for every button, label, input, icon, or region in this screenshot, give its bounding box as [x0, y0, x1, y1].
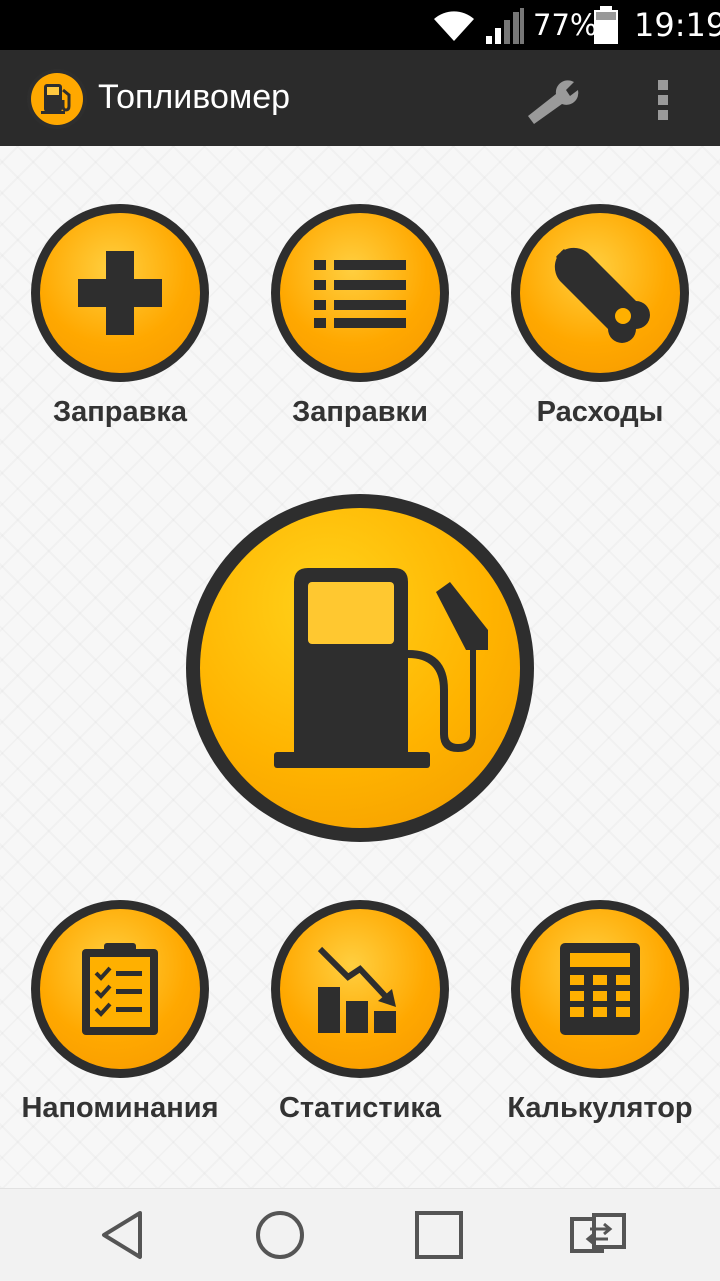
- calculator-icon: [560, 943, 640, 1035]
- back-icon: [102, 1211, 142, 1259]
- clock: 19:19: [634, 6, 720, 44]
- signal-icon: [486, 8, 524, 44]
- battery-percent: 77%: [533, 8, 598, 42]
- calculator-button[interactable]: [511, 900, 689, 1078]
- expenses-tile[interactable]: Расходы: [480, 204, 720, 429]
- home-button[interactable]: [250, 1207, 310, 1263]
- clipboard-checklist-icon: [82, 943, 158, 1035]
- status-bar: 77% 19:19: [0, 0, 720, 50]
- refuel-button[interactable]: [31, 204, 209, 382]
- wifi-icon: [434, 11, 474, 41]
- switch-apps-icon: [570, 1213, 626, 1253]
- fuel-pump-logo-icon[interactable]: [26, 68, 88, 130]
- plus-icon: [78, 251, 162, 335]
- refuels-list-tile[interactable]: Заправки: [240, 204, 480, 429]
- reminders-button[interactable]: [31, 900, 209, 1078]
- trend-down-chart-icon: [317, 946, 396, 1033]
- reminders-label: Напоминания: [21, 1092, 219, 1124]
- overflow-menu-icon: [658, 80, 668, 120]
- expenses-button[interactable]: [511, 204, 689, 382]
- back-button[interactable]: [92, 1207, 152, 1263]
- fuel-pump-icon: [274, 568, 488, 768]
- statistics-label: Статистика: [278, 1092, 442, 1124]
- overflow-menu-button[interactable]: [640, 72, 688, 128]
- expenses-label: Расходы: [536, 396, 664, 428]
- recents-icon: [415, 1211, 463, 1259]
- refuel-label: Заправка: [52, 396, 188, 428]
- wrench-icon: [554, 247, 650, 343]
- app-bar: Топливомер: [0, 50, 720, 146]
- statistics-button[interactable]: [271, 900, 449, 1078]
- refuels-list-label: Заправки: [292, 396, 428, 428]
- recents-button[interactable]: [409, 1207, 469, 1263]
- list-icon: [314, 260, 406, 328]
- statistics-tile[interactable]: Статистика: [240, 900, 480, 1125]
- reminders-tile[interactable]: Напоминания: [0, 900, 240, 1125]
- fuel-pump-main-button[interactable]: [186, 494, 534, 842]
- main-content: Заправка Заправки Расходы Напоминания Ст…: [0, 146, 720, 1188]
- calculator-tile[interactable]: Калькулятор: [480, 900, 720, 1125]
- navigation-bar: [0, 1188, 720, 1281]
- home-icon: [256, 1211, 304, 1259]
- refuels-list-button[interactable]: [271, 204, 449, 382]
- battery-icon: [594, 6, 618, 44]
- wrench-icon: [528, 80, 579, 124]
- refuel-tile[interactable]: Заправка: [0, 204, 240, 429]
- settings-wrench-button[interactable]: [520, 72, 584, 128]
- app-title: Топливомер: [98, 78, 291, 116]
- switch-apps-button[interactable]: [568, 1207, 628, 1263]
- calculator-label: Калькулятор: [507, 1092, 693, 1124]
